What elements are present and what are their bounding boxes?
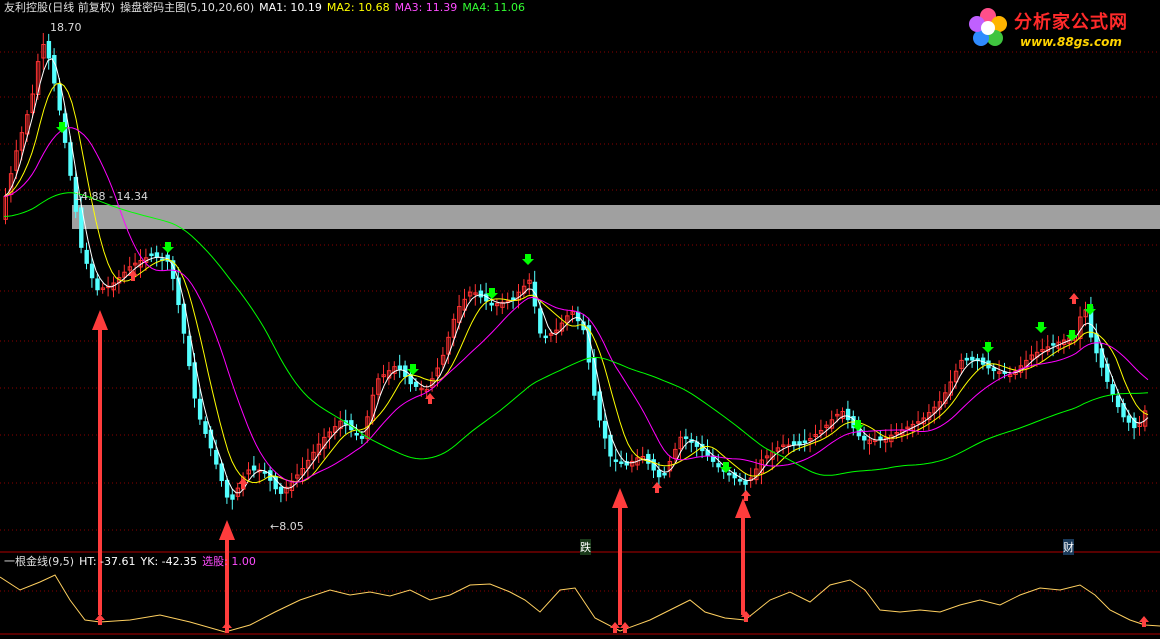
candle-body bbox=[52, 55, 57, 84]
buy-arrow-icon bbox=[92, 310, 108, 330]
candle-body bbox=[802, 440, 808, 444]
candle-body bbox=[214, 450, 219, 465]
candle-body bbox=[651, 459, 656, 471]
candle-body bbox=[964, 357, 970, 361]
candle-body bbox=[662, 472, 667, 476]
up-marker-icon bbox=[652, 482, 662, 493]
up-marker-icon bbox=[1069, 293, 1079, 304]
candle-body bbox=[230, 494, 235, 500]
ma3-value: MA3: 11.39 bbox=[394, 1, 458, 14]
candle-body bbox=[1110, 384, 1115, 395]
buy-arrow-shaft bbox=[225, 538, 229, 630]
candle-body bbox=[970, 356, 975, 361]
down-marker-icon bbox=[982, 342, 994, 353]
candle-body bbox=[46, 40, 52, 59]
ma1-value: MA1: 10.19 bbox=[259, 1, 322, 14]
candle-body bbox=[95, 278, 100, 291]
candle-body bbox=[575, 311, 581, 322]
candle-body bbox=[1051, 343, 1056, 346]
candle-body bbox=[397, 365, 403, 370]
candle-body bbox=[154, 252, 160, 258]
logo-url: www.88gs.com bbox=[1020, 35, 1122, 49]
candle-body bbox=[413, 381, 419, 387]
candle-body bbox=[1115, 395, 1121, 408]
stock-title: 友利控股(日线 前复权) bbox=[4, 1, 116, 14]
candle-body bbox=[791, 441, 797, 446]
high-price-label: 18.70 bbox=[50, 21, 82, 34]
candle-body bbox=[511, 297, 516, 300]
candle-body bbox=[187, 335, 192, 367]
candle-body bbox=[683, 436, 689, 439]
candle-body bbox=[354, 433, 359, 436]
candle-body bbox=[176, 277, 181, 306]
ma4-value: MA4: 11.06 bbox=[462, 1, 526, 14]
candle-body bbox=[743, 480, 748, 485]
candle-body bbox=[845, 408, 851, 421]
buy-arrow-icon bbox=[735, 498, 751, 518]
indicator-line bbox=[0, 574, 1160, 633]
down-marker-icon bbox=[522, 254, 534, 265]
candle-body bbox=[251, 465, 257, 471]
resistance-band-label: 14.88 - 14.34 bbox=[74, 190, 148, 203]
chart-header: 友利控股(日线 前复权) 操盘密码主图(5,10,20,60) MA1: 10.19… bbox=[4, 0, 530, 15]
candle-body bbox=[597, 391, 602, 421]
candle-body bbox=[489, 302, 494, 306]
indicator-yk: YK: -42.35 bbox=[140, 555, 198, 568]
indicator-name: 一根金线(9,5) bbox=[4, 555, 75, 568]
down-marker-icon bbox=[162, 242, 174, 253]
candle-body bbox=[727, 472, 732, 476]
candle-body bbox=[602, 420, 608, 439]
candle-body bbox=[149, 253, 154, 256]
candle-body bbox=[478, 290, 484, 298]
flower-icon bbox=[969, 8, 1007, 46]
tag-cai: 财 bbox=[1063, 539, 1074, 555]
candle-body bbox=[619, 461, 624, 464]
ma3-line bbox=[3, 127, 1149, 483]
candle-body bbox=[613, 459, 619, 462]
indicator-ht: HT: -37.61 bbox=[79, 555, 136, 568]
tag-die: 跌 bbox=[580, 539, 591, 555]
candle-body bbox=[359, 435, 365, 439]
indicator-xuan: 选股: 1.00 bbox=[202, 555, 256, 568]
candle-body bbox=[208, 429, 214, 449]
ma4-line bbox=[3, 192, 1149, 476]
buy-arrow-shaft bbox=[98, 328, 102, 615]
candle-body bbox=[203, 421, 208, 434]
resistance-band bbox=[72, 205, 1160, 229]
site-logo: 分析家公式网 www.88gs.com bbox=[962, 4, 1152, 54]
candle-body bbox=[543, 335, 548, 339]
buy-arrow-shaft bbox=[741, 516, 745, 615]
candle-body bbox=[197, 398, 203, 420]
candle-body bbox=[991, 367, 997, 372]
candle-body bbox=[89, 263, 95, 279]
candle-body bbox=[656, 469, 662, 478]
ma2-line bbox=[3, 82, 1149, 484]
logo-title: 分析家公式网 bbox=[1014, 12, 1128, 33]
ma2-value: MA2: 10.68 bbox=[326, 1, 390, 14]
low-price-label: ←8.05 bbox=[270, 520, 304, 533]
buy-arrow-shaft bbox=[618, 506, 622, 625]
candle-body bbox=[224, 479, 230, 498]
candle-body bbox=[1126, 415, 1132, 423]
candle-body bbox=[1094, 333, 1099, 354]
formula-name: 操盘密码主图(5,10,20,60) bbox=[120, 1, 255, 14]
candle-body bbox=[84, 249, 89, 264]
candle-body bbox=[716, 463, 721, 468]
signal-up-icon bbox=[95, 614, 105, 625]
ma1-line bbox=[3, 58, 1149, 494]
candle-body bbox=[278, 486, 284, 494]
down-marker-icon bbox=[1035, 322, 1047, 333]
buy-arrow-icon bbox=[612, 488, 628, 508]
candle-body bbox=[538, 308, 543, 334]
candle-body bbox=[737, 479, 743, 482]
candle-body bbox=[862, 435, 867, 441]
indicator-header: 一根金线(9,5) HT: -37.61 YK: -42.35 选股: 1.00 bbox=[4, 554, 261, 569]
